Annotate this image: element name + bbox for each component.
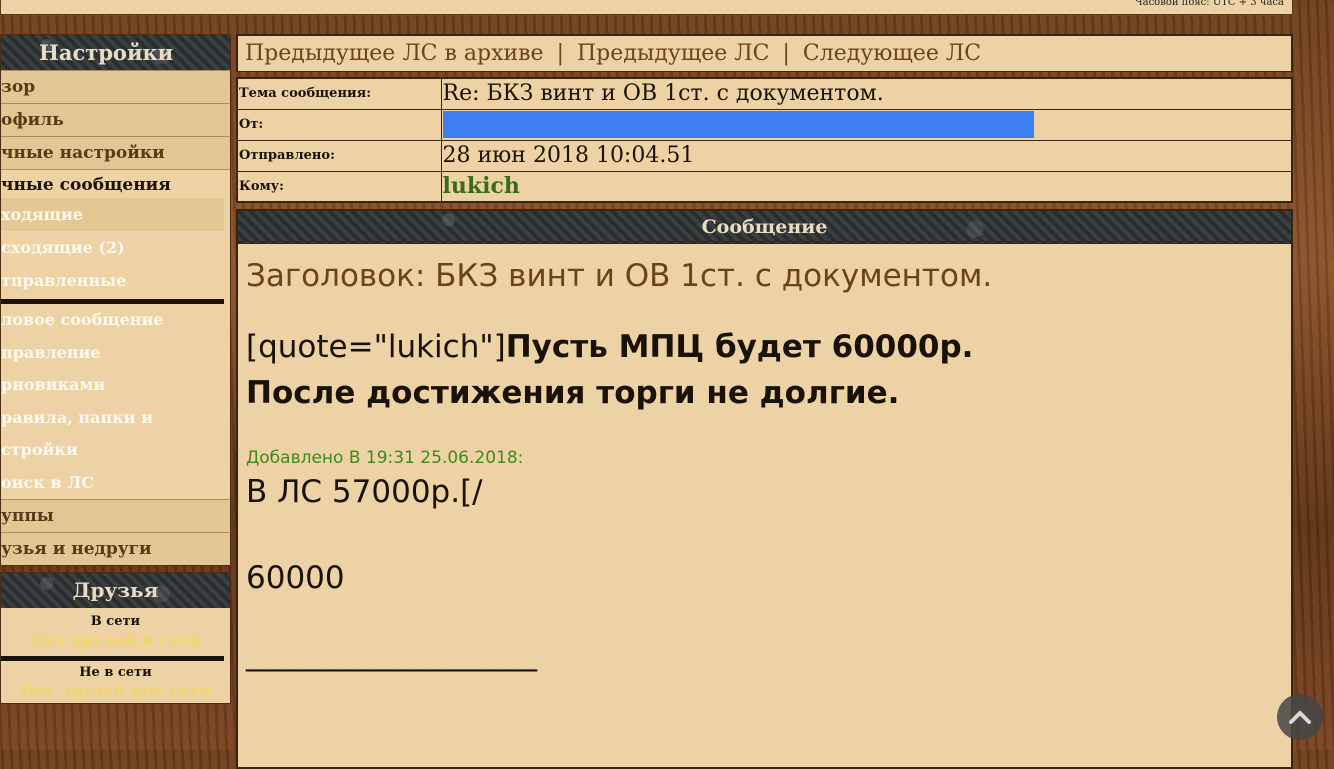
settings-title: Настройки [1,35,230,70]
subject-label: Тема сообщения: [236,77,442,110]
sent-value: 28 июн 2018 10:04.51 [440,139,1293,172]
from-row: От: [236,108,1293,141]
settings-panel: Настройки зор офиль чные настройки чные … [0,34,231,566]
settings-sidebar: Настройки зор офиль чные настройки чные … [0,34,231,704]
sidebar-item-profile[interactable]: офиль [1,103,230,136]
signature-separator: ____________________ [246,636,537,672]
message-subject-line: Заголовок: БКЗ винт и ОВ 1ст. с документ… [246,258,993,294]
recipient-link[interactable]: lukich [443,173,520,199]
chevron-up-icon [1289,711,1311,724]
friends-title: Друзья [1,573,230,608]
from-value [440,108,1293,141]
message-heading: Сообщение [238,211,1291,244]
timezone-bar: Часовой пояс: UTC + 3 часа [0,0,1293,15]
pm-section: чные сообщения ходящие сходящие (2) тпра… [1,169,230,499]
prev-archive-link[interactable]: Предыдущее ЛС в архиве [245,41,544,66]
folder-inbox[interactable]: ходящие [1,198,224,231]
quote-bold-1: Пусть МПЦ будет 60000р. [505,329,974,365]
online-empty-text: Нет друзей в сети [30,630,201,649]
quote-prefix: [quote="lukich"] [246,329,506,365]
sent-label: Отправлено: [236,139,442,172]
subject-row: Тема сообщения: Re: БКЗ винт и ОВ 1ст. с… [236,77,1293,110]
timezone-text: Часовой пояс: UTC + 3 часа [1134,0,1284,8]
message-body: Заголовок: БКЗ винт и ОВ 1ст. с документ… [238,258,1291,672]
prev-pm-link[interactable]: Предыдущее ЛС [577,41,770,66]
message-panel: Сообщение Заголовок: БКЗ винт и ОВ 1ст. … [236,209,1293,769]
message-view: Предыдущее ЛС в архиве | Предыдущее ЛС |… [236,34,1293,769]
from-label: От: [236,108,442,141]
added-note: Добавлено В 19:31 25.06.2018: [246,448,524,468]
friends-panel: Друзья В сети Нет друзей в сети Не в сет… [0,572,231,704]
quote-line-1: [quote="lukich"]Пусть МПЦ будет 60000р. [246,324,1283,370]
friends-divider [1,656,224,661]
ls-price-line: В ЛС 57000р.[/ [246,474,483,510]
folder-sent[interactable]: тправленные [1,264,224,297]
to-label: Кому: [236,170,442,203]
nav-separator: | [782,41,790,66]
sidebar-item-personal-settings[interactable]: чные настройки [1,136,230,169]
sidebar-item-friends-foes[interactable]: узья и недруги [1,532,230,565]
new-message-link[interactable]: ловое сообщение [1,304,230,337]
rules-folders-link-1[interactable]: равила, папки и [1,402,230,435]
rules-folders-link-2[interactable]: стройки [1,434,230,467]
manage-drafts-link-2[interactable]: рновиками [1,369,230,402]
manage-drafts-link-1[interactable]: правление [1,337,230,370]
next-pm-link[interactable]: Следующее ЛС [803,41,981,66]
offline-label: Не в сети [79,665,152,680]
pm-navigation: Предыдущее ЛС в архиве | Предыдущее ЛС |… [236,34,1293,72]
scroll-to-top-button[interactable] [1277,694,1323,740]
sidebar-item-private-messages[interactable]: чные сообщения [1,170,230,198]
online-label: В сети [90,614,141,629]
redacted-sender [442,111,1034,138]
offline-empty-text: Нет друзей вне сети [20,681,211,700]
message-header-table: Тема сообщения: Re: БКЗ винт и ОВ 1ст. с… [236,77,1293,203]
to-row: Кому: lukich [236,170,1293,203]
quote-bold-2: После достижения торги не долгие. [246,375,900,411]
price-60000: 60000 [246,560,345,596]
folder-outbox[interactable]: сходящие (2) [1,231,224,264]
pm-search-link[interactable]: оиск в ЛС [1,467,230,500]
quote-line-2: После достижения торги не долгие. [246,370,1283,416]
subject-value: Re: БКЗ винт и ОВ 1ст. с документом. [440,77,1293,110]
sidebar-item-groups[interactable]: уппы [1,499,230,532]
sidebar-item-overview[interactable]: зор [1,70,230,103]
nav-separator: | [556,41,564,66]
sent-row: Отправлено: 28 июн 2018 10:04.51 [236,139,1293,172]
